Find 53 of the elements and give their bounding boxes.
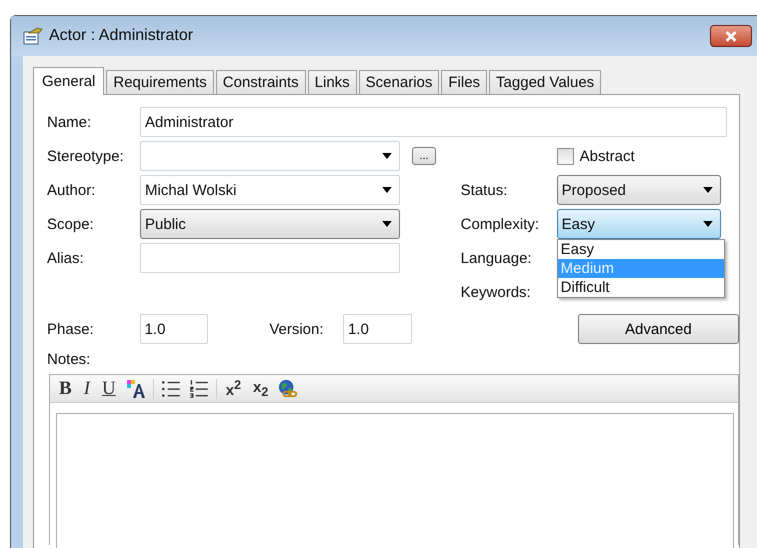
format-button[interactable]: U: [99, 378, 119, 400]
complexity-dropdown[interactable]: Easy: [556, 209, 721, 239]
numbered-list-icon: [188, 378, 210, 398]
field-label: Name:: [47, 114, 92, 130]
tab[interactable]: Files: [441, 70, 488, 94]
tab[interactable]: Scenarios: [358, 70, 440, 94]
field-label: Keywords:: [460, 284, 532, 300]
window-title: Actor : Administrator: [49, 27, 194, 45]
field-label: Notes:: [47, 351, 92, 368]
tab[interactable]: Tagged Values: [489, 70, 602, 94]
caret-icon: [382, 187, 392, 193]
dropdown-option[interactable]: Easy: [558, 240, 724, 259]
abstract-checkbox[interactable]: [556, 148, 574, 164]
field-label: Status:: [460, 182, 508, 198]
field-label: Phase:: [47, 320, 95, 338]
format-button[interactable]: I: [80, 378, 94, 400]
caret-icon: [382, 153, 392, 159]
format-button[interactable]: x$_{2}$: [250, 378, 272, 398]
name-field[interactable]: Administrator: [140, 107, 727, 137]
caret-icon: [702, 221, 713, 227]
tab[interactable]: Constraints: [216, 70, 306, 94]
field-label: Alias:: [47, 250, 85, 266]
format-button[interactable]: x$^{2}$: [222, 378, 244, 399]
version-field[interactable]: 1.0: [342, 314, 412, 344]
field-label: Author:: [47, 182, 96, 198]
bullet-list-icon: [160, 378, 182, 398]
stereotype-dropdown[interactable]: [140, 141, 400, 171]
tab[interactable]: Links: [308, 70, 357, 94]
phase-field[interactable]: 1.0: [140, 314, 208, 344]
format-button[interactable]: B: [56, 378, 75, 400]
browse-button[interactable]: ...: [412, 147, 436, 165]
field-label: Complexity:: [460, 216, 540, 232]
status-dropdown[interactable]: Proposed: [556, 175, 721, 205]
dropdown-option[interactable]: Difficult: [558, 278, 724, 297]
font-color-icon: [124, 378, 147, 398]
caret-icon: [382, 221, 392, 227]
checkbox-label: Abstract: [580, 148, 635, 164]
field-label: Stereotype:: [47, 148, 125, 164]
caret-icon: [702, 187, 713, 193]
notes-editor[interactable]: [56, 413, 734, 548]
author-dropdown[interactable]: Michal Wolski: [140, 175, 400, 205]
advanced-button[interactable]: Advanced: [578, 314, 740, 344]
scope-dropdown[interactable]: Public: [140, 209, 400, 239]
field-label: Version:: [269, 320, 325, 338]
tab[interactable]: General: [33, 67, 104, 95]
field-label: Scope:: [47, 216, 95, 232]
close-icon: [724, 30, 738, 42]
close-button[interactable]: [710, 25, 752, 47]
hyperlink-icon: [277, 378, 300, 398]
actor-properties-icon: [23, 27, 43, 45]
tab[interactable]: Requirements: [106, 70, 214, 94]
field-label: Language:: [460, 250, 533, 266]
alias-field[interactable]: [140, 243, 400, 273]
